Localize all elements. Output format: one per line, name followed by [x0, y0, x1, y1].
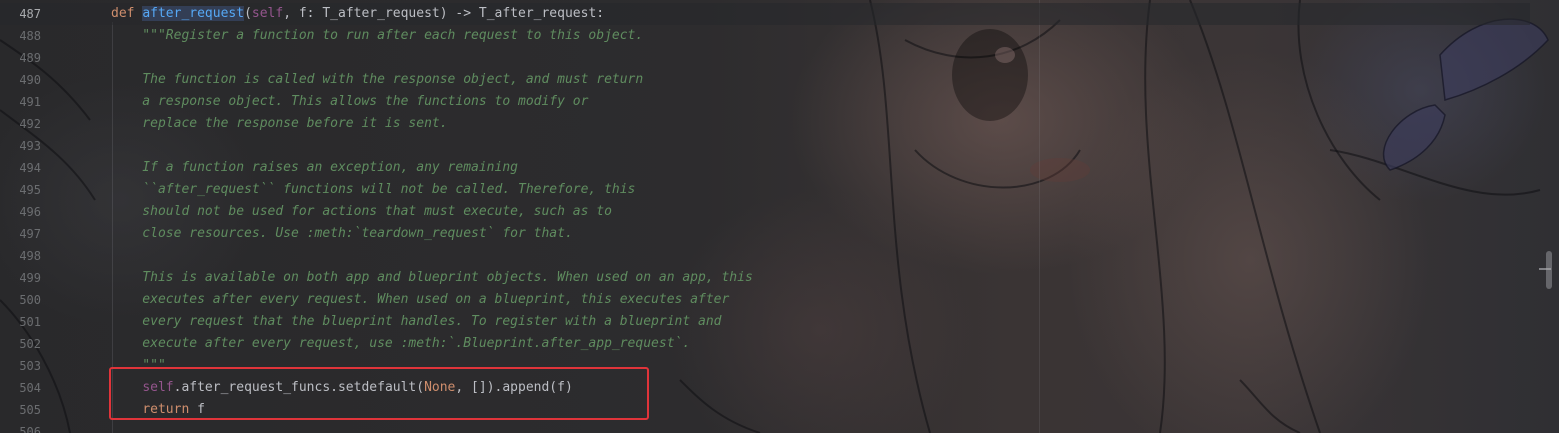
code-text[interactable]: every request that the blueprint handles…	[111, 311, 721, 333]
code-text[interactable]: def after_request(self, f: T_after_reque…	[111, 3, 604, 25]
code-line[interactable]: 489	[0, 47, 1530, 69]
code-line[interactable]: 498	[0, 245, 1530, 267]
code-line[interactable]: 502 execute after every request, use :me…	[0, 333, 1530, 355]
line-number[interactable]: 492	[0, 113, 41, 135]
line-number[interactable]: 488	[0, 25, 41, 47]
code-token: def	[111, 6, 143, 21]
code-token: self	[251, 6, 284, 21]
line-number[interactable]: 503	[0, 355, 41, 377]
line-number[interactable]: 487	[0, 3, 41, 25]
code-line[interactable]: 500 executes after every request. When u…	[0, 289, 1530, 311]
code-line[interactable]: 506	[0, 421, 1530, 433]
code-text[interactable]: replace the response before it is sent.	[111, 113, 448, 135]
code-text[interactable]: If a function raises an exception, any r…	[111, 157, 518, 179]
code-text[interactable]: execute after every request, use :meth:`…	[111, 333, 690, 355]
code-text[interactable]: """Register a function to run after each…	[111, 25, 643, 47]
code-line[interactable]: 493	[0, 135, 1530, 157]
code-line[interactable]: 496 should not be used for actions that …	[0, 201, 1530, 223]
line-number[interactable]: 498	[0, 245, 41, 267]
code-token: If a function raises an exception, any r…	[111, 160, 518, 175]
code-token: every request that the blueprint handles…	[111, 314, 722, 329]
line-number[interactable]: 501	[0, 311, 41, 333]
vertical-scrollbar[interactable]	[1539, 0, 1559, 433]
code-token: after_request	[142, 6, 245, 21]
code-token: should not be used for actions that must…	[111, 204, 612, 219]
code-text[interactable]: close resources. Use :meth:`teardown_req…	[111, 223, 573, 245]
code-token: This is available on both app and bluepr…	[111, 270, 753, 285]
code-line[interactable]: 488 """Register a function to run after …	[0, 25, 1530, 47]
code-token: replace the response before it is sent.	[111, 116, 448, 131]
line-number[interactable]: 496	[0, 201, 41, 223]
code-text[interactable]: executes after every request. When used …	[111, 289, 729, 311]
code-token: (	[244, 6, 252, 21]
code-token: The function is called with the response…	[111, 72, 644, 87]
line-number[interactable]: 489	[0, 47, 41, 69]
code-token: """Register a function to run after each…	[111, 28, 644, 43]
line-number[interactable]: 504	[0, 377, 41, 399]
line-number[interactable]: 495	[0, 179, 41, 201]
code-token: executes after every request. When used …	[111, 292, 730, 307]
line-number[interactable]: 497	[0, 223, 41, 245]
line-number[interactable]: 506	[0, 421, 41, 433]
scrollbar-thumb[interactable]	[1546, 251, 1552, 289]
line-number[interactable]: 499	[0, 267, 41, 289]
code-line[interactable]: 490 The function is called with the resp…	[0, 69, 1530, 91]
code-editor[interactable]: 487 def after_request(self, f: T_after_re…	[0, 0, 1559, 433]
code-text[interactable]: should not be used for actions that must…	[111, 201, 612, 223]
code-text[interactable]: This is available on both app and bluepr…	[111, 267, 753, 289]
code-text[interactable]: a response object. This allows the funct…	[111, 91, 588, 113]
code-token: close resources. Use :meth:`teardown_req…	[111, 226, 573, 241]
code-line[interactable]: 491 a response object. This allows the f…	[0, 91, 1530, 113]
code-line[interactable]: 501 every request that the blueprint han…	[0, 311, 1530, 333]
code-text[interactable]: ``after_request`` functions will not be …	[111, 179, 635, 201]
code-line[interactable]: 492 replace the response before it is se…	[0, 113, 1530, 135]
highlight-annotation-box	[109, 367, 649, 420]
code-line[interactable]: 495 ``after_request`` functions will not…	[0, 179, 1530, 201]
code-line[interactable]: 494 If a function raises an exception, a…	[0, 157, 1530, 179]
code-text[interactable]: The function is called with the response…	[111, 69, 643, 91]
line-number[interactable]: 490	[0, 69, 41, 91]
line-number[interactable]: 500	[0, 289, 41, 311]
code-line[interactable]: 499 This is available on both app and bl…	[0, 267, 1530, 289]
line-number[interactable]: 502	[0, 333, 41, 355]
line-number[interactable]: 505	[0, 399, 41, 421]
code-token: a response object. This allows the funct…	[111, 94, 589, 109]
code-line[interactable]: 487 def after_request(self, f: T_after_re…	[0, 3, 1530, 25]
code-line[interactable]: 497 close resources. Use :meth:`teardown…	[0, 223, 1530, 245]
code-token: execute after every request, use :meth:`…	[111, 336, 691, 351]
line-number[interactable]: 491	[0, 91, 41, 113]
code-token: , f: T_after_request) -> T_after_request…	[283, 6, 605, 21]
line-number[interactable]: 493	[0, 135, 41, 157]
code-token: ``after_request`` functions will not be …	[111, 182, 636, 197]
line-number[interactable]: 494	[0, 157, 41, 179]
